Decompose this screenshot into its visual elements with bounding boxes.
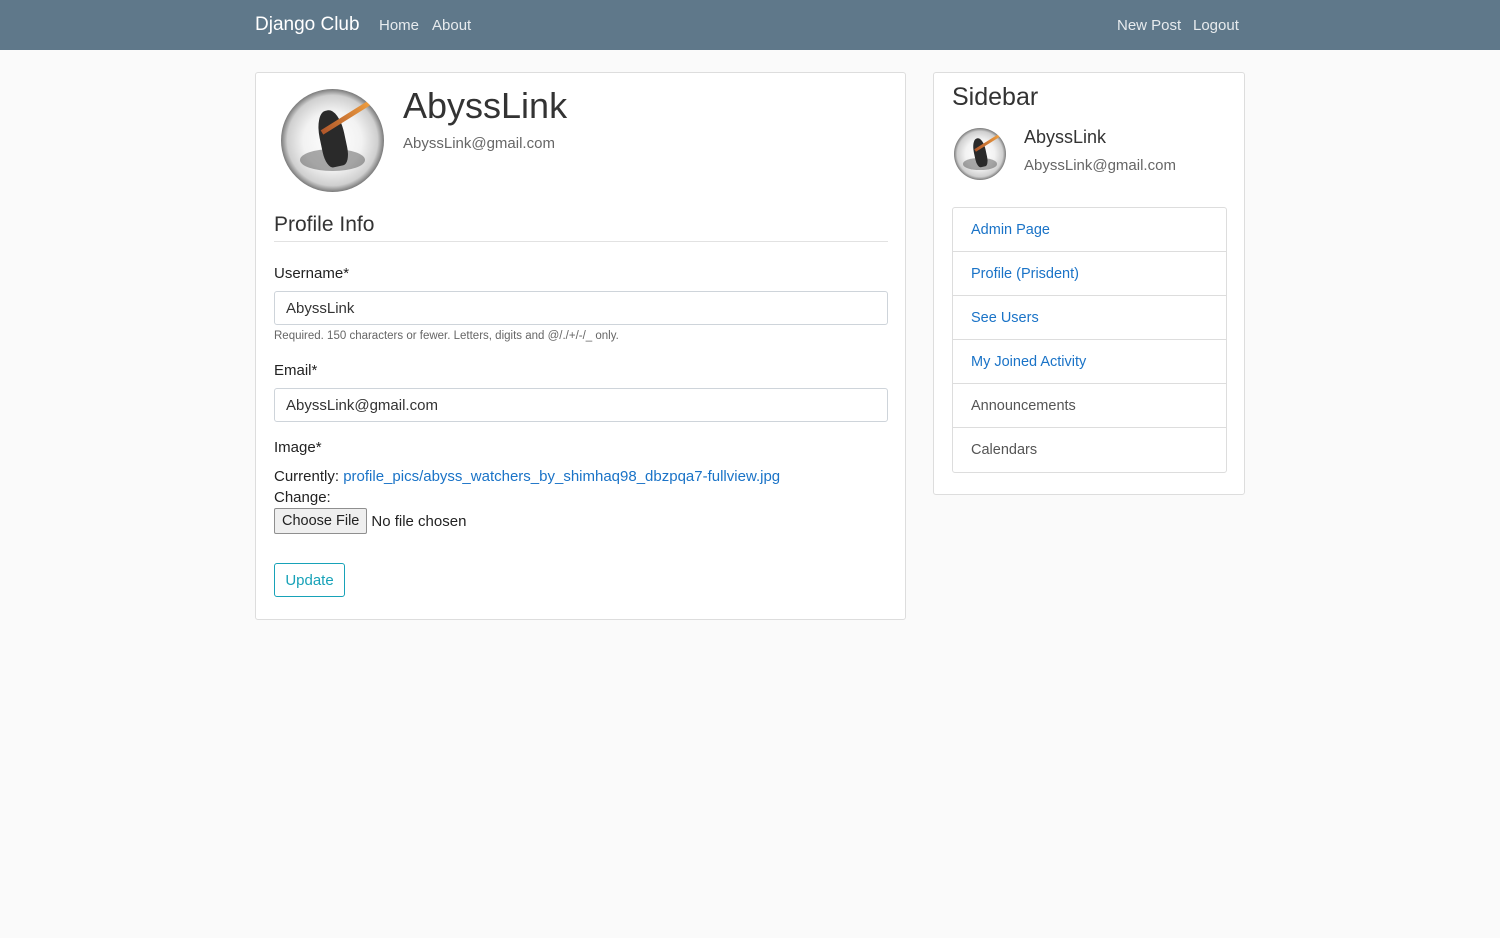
brand-link[interactable]: Django Club (255, 14, 360, 36)
sidebar-card: Sidebar AbyssLink AbyssLink@gmail.com Ad… (933, 72, 1245, 495)
sidebar-avatar (954, 128, 1006, 180)
nav-new-post-link[interactable]: New Post (1117, 17, 1181, 34)
sidebar-item-my-joined-activity[interactable]: My Joined Activity (953, 340, 1226, 384)
no-file-text: No file chosen (371, 512, 467, 530)
sidebar-item-see-users[interactable]: See Users (953, 296, 1226, 340)
currently-label: Currently: (274, 468, 340, 485)
sidebar-list: Admin Page Profile (Prisdent) See Users … (952, 207, 1227, 473)
nav-about-link[interactable]: About (432, 17, 471, 34)
sidebar-username: AbyssLink (1024, 127, 1107, 147)
change-label: Change: (274, 489, 331, 506)
top-navbar: Django Club Home About New Post Logout (0, 0, 1500, 50)
sidebar-item-calendars[interactable]: Calendars (953, 428, 1226, 472)
sidebar-item-admin-page[interactable]: Admin Page (953, 208, 1226, 252)
username-label: Username* (274, 265, 350, 282)
image-label: Image* (274, 439, 322, 456)
sidebar-item-profile[interactable]: Profile (Prisdent) (953, 252, 1226, 296)
profile-avatar (281, 89, 384, 192)
choose-file-button[interactable]: Choose File (274, 508, 368, 534)
sidebar-title: Sidebar (952, 83, 1039, 111)
nav-home-link[interactable]: Home (379, 17, 419, 34)
username-input[interactable] (274, 291, 888, 325)
current-image-link[interactable]: profile_pics/abyss_watchers_by_shimhaq98… (343, 468, 780, 485)
email-label: Email* (274, 362, 318, 379)
username-help-text: Required. 150 characters or fewer. Lette… (274, 330, 619, 342)
profile-username: AbyssLink (403, 85, 568, 126)
profile-info-legend: Profile Info (274, 213, 888, 242)
file-input: Choose File No file chosen (274, 508, 466, 534)
update-button[interactable]: Update (274, 563, 345, 597)
sidebar-item-announcements[interactable]: Announcements (953, 384, 1226, 428)
nav-logout-link[interactable]: Logout (1193, 17, 1239, 34)
image-currently: Currently: profile_pics/abyss_watchers_b… (274, 468, 780, 485)
sidebar-email: AbyssLink@gmail.com (1024, 157, 1176, 174)
profile-card: AbyssLink AbyssLink@gmail.com Profile In… (255, 72, 906, 620)
profile-email: AbyssLink@gmail.com (403, 135, 555, 152)
email-input[interactable] (274, 388, 888, 422)
